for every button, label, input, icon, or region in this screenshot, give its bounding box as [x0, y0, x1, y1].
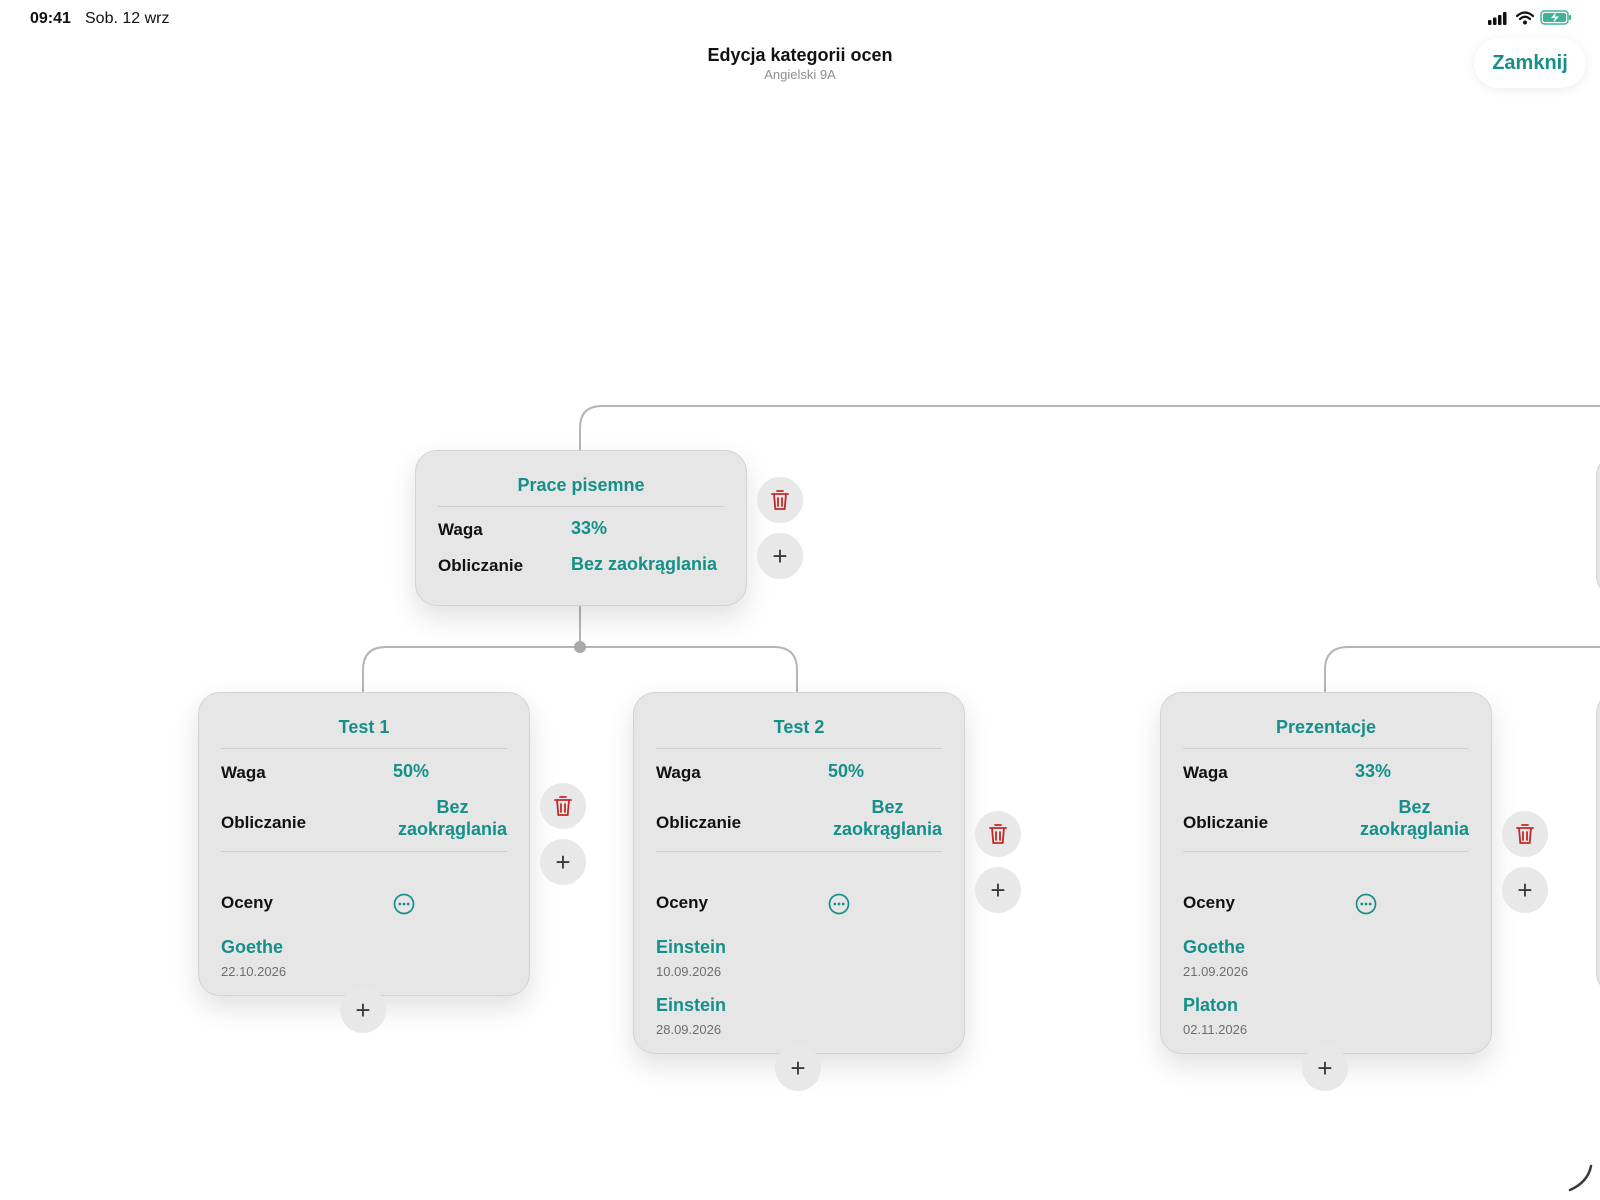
- grade-date: 10.09.2026: [656, 964, 722, 979]
- calculation-value[interactable]: Bez zaokrąglania: [398, 796, 507, 840]
- weight-value[interactable]: 33%: [1355, 761, 1391, 782]
- grades-label: Oceny: [1183, 893, 1235, 912]
- calculation-value-line1: Bez: [436, 797, 469, 817]
- plus-icon: +: [1517, 874, 1533, 905]
- calculation-value[interactable]: Bez zaokrąglania: [833, 796, 942, 840]
- delete-button[interactable]: [540, 783, 586, 829]
- category-card-test-1[interactable]: Test 1 Waga 50% Obliczanie Bez zaokrągla…: [198, 692, 530, 996]
- delete-button[interactable]: [757, 477, 803, 523]
- plus-icon: +: [790, 1052, 806, 1083]
- divider: [656, 851, 942, 852]
- plus-icon: +: [555, 846, 571, 877]
- weight-label: Waga: [221, 763, 266, 782]
- calculation-value-line2: zaokrąglania: [397, 819, 507, 839]
- category-card-prezentacje[interactable]: Prezentacje Waga 33% Obliczanie Bez zaok…: [1160, 692, 1492, 1054]
- add-subcategory-button[interactable]: +: [757, 533, 803, 579]
- category-title[interactable]: Test 2: [656, 693, 942, 749]
- calculation-value[interactable]: Bez zaokrąglania: [1360, 796, 1469, 840]
- offscreen-card-edge: [1596, 692, 1600, 994]
- calculation-value-line2: zaokrąglania: [1359, 819, 1469, 839]
- calculation-label: Obliczanie: [1183, 813, 1269, 832]
- calculation-value-line1: Bez: [871, 797, 904, 817]
- plus-icon: +: [1317, 1052, 1333, 1083]
- grades-label: Oceny: [221, 893, 273, 912]
- calculation-value[interactable]: Bez zaokrąglania: [571, 554, 717, 575]
- category-card-test-2[interactable]: Test 2 Waga 50% Obliczanie Bez zaokrągla…: [633, 692, 965, 1054]
- trash-icon: [554, 796, 572, 816]
- grades-label: Oceny: [656, 893, 708, 912]
- grade-date: 21.09.2026: [1183, 964, 1249, 979]
- ellipsis-circle-icon[interactable]: [393, 893, 415, 915]
- weight-value[interactable]: 50%: [828, 761, 864, 782]
- calculation-label: Obliczanie: [221, 813, 307, 832]
- add-subcategory-button[interactable]: +: [975, 867, 1021, 913]
- delete-button[interactable]: [1502, 811, 1548, 857]
- calculation-label: Obliczanie: [656, 813, 742, 832]
- category-card-prace-pisemne[interactable]: Prace pisemne Waga 33% Obliczanie Bez za…: [415, 450, 747, 606]
- add-grade-button[interactable]: +: [1302, 1045, 1348, 1091]
- grade-date: 02.11.2026: [1183, 1022, 1248, 1037]
- ellipsis-circle-icon[interactable]: [1355, 893, 1377, 915]
- add-subcategory-button[interactable]: +: [540, 839, 586, 885]
- grade-author[interactable]: Einstein: [656, 937, 726, 958]
- weight-label: Waga: [656, 763, 701, 782]
- category-title[interactable]: Test 1: [221, 693, 507, 749]
- weight-label: Waga: [438, 520, 483, 539]
- weight-value[interactable]: 50%: [393, 761, 429, 782]
- calculation-value-line1: Bez: [1398, 797, 1431, 817]
- offscreen-card-edge: [1596, 455, 1600, 597]
- trash-icon: [771, 490, 789, 510]
- trash-icon: [1516, 824, 1534, 844]
- grade-date: 22.10.2026: [221, 964, 287, 979]
- grade-author[interactable]: Goethe: [1183, 937, 1245, 958]
- divider: [1183, 851, 1469, 852]
- grade-author[interactable]: Platon: [1183, 995, 1238, 1016]
- corner-indicator: [1568, 1164, 1593, 1192]
- calculation-label: Obliczanie: [438, 556, 524, 575]
- divider: [221, 851, 507, 852]
- grade-date: 28.09.2026: [656, 1022, 722, 1037]
- plus-icon: +: [772, 540, 788, 571]
- delete-button[interactable]: [975, 811, 1021, 857]
- ellipsis-circle-icon[interactable]: [828, 893, 850, 915]
- trash-icon: [989, 824, 1007, 844]
- plus-icon: +: [990, 874, 1006, 905]
- weight-label: Waga: [1183, 763, 1228, 782]
- category-title[interactable]: Prezentacje: [1183, 693, 1469, 749]
- calculation-value-line2: zaokrąglania: [832, 819, 942, 839]
- category-title[interactable]: Prace pisemne: [438, 451, 724, 507]
- weight-value[interactable]: 33%: [571, 518, 607, 539]
- add-subcategory-button[interactable]: +: [1502, 867, 1548, 913]
- grade-author[interactable]: Einstein: [656, 995, 726, 1016]
- add-grade-button[interactable]: +: [775, 1045, 821, 1091]
- grade-author[interactable]: Goethe: [221, 937, 283, 958]
- plus-icon: +: [355, 994, 371, 1025]
- add-grade-button[interactable]: +: [340, 987, 386, 1033]
